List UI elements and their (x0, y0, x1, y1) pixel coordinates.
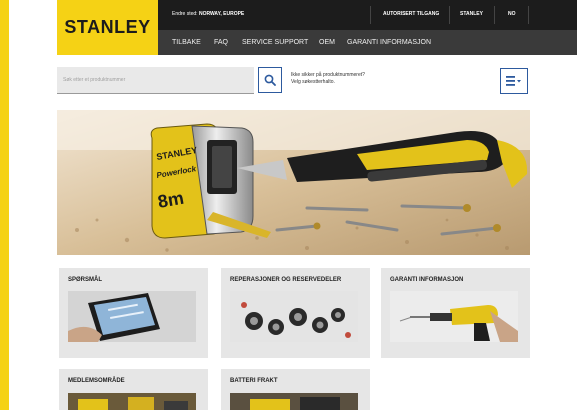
region-value: NORWAY, EUROPE (198, 11, 245, 17)
nav-item-faq[interactable]: FAQ (214, 39, 228, 46)
nav-item-back[interactable]: TILBAKE (172, 39, 201, 46)
search-input[interactable] (57, 67, 254, 94)
card-title: SPØRSMÅL (68, 277, 103, 283)
side-accent-rail (0, 0, 9, 410)
tape-measure: STANLEY Powerlock 8m (150, 123, 271, 239)
divider (370, 6, 371, 24)
hero-banner: STANLEY Powerlock 8m (57, 110, 530, 255)
region-selector[interactable]: Endre sted: NORWAY, EUROPE (172, 11, 244, 17)
search-help-link[interactable]: Velg søkestterhalto. (291, 79, 365, 86)
hamburger-icon (506, 76, 521, 86)
member-image (68, 393, 196, 410)
divider (494, 6, 495, 24)
card-warranty[interactable]: GARANTI INFORMASJON (381, 268, 530, 358)
stanley-link[interactable]: STANLEY (460, 11, 483, 17)
search-button[interactable] (258, 67, 282, 93)
logo[interactable]: STANLEY (57, 0, 158, 55)
card-member-area[interactable]: MEDLEMSOMRÅDE (59, 369, 208, 410)
menu-dropdown-button[interactable] (500, 68, 528, 94)
search-icon (264, 74, 276, 86)
nav-item-warranty[interactable]: GARANTI INFORMASJON (347, 39, 431, 46)
divider (449, 6, 450, 24)
region-prefix: Endre sted: (172, 11, 198, 17)
chevron-down-icon (517, 80, 521, 83)
card-title: GARANTI INFORMASJON (390, 277, 464, 283)
hero-image: STANLEY Powerlock 8m (57, 110, 530, 255)
battery-image (230, 393, 358, 410)
card-questions[interactable]: SPØRSMÅL (59, 268, 208, 358)
authorized-access-link[interactable]: AUTORISERT TILGANG (383, 11, 439, 17)
logo-text: STANLEY (64, 17, 151, 37)
spare-parts-image (230, 291, 358, 342)
divider (528, 6, 529, 24)
nav-item-service-support[interactable]: SERVICE SUPPORT (242, 39, 308, 46)
card-title: REPERASJONER OG RESERVEDELER (230, 277, 342, 283)
search-help-line: Ikke sikker på produktnummeret? (291, 72, 365, 78)
tablet-image (68, 291, 196, 342)
drill-image (390, 291, 518, 342)
card-repairs[interactable]: REPERASJONER OG RESERVEDELER (221, 268, 370, 358)
nav-item-oem[interactable]: OEM (319, 39, 335, 46)
card-title: MEDLEMSOMRÅDE (68, 378, 125, 384)
card-title: BATTERI FRAKT (230, 378, 278, 384)
search-help: Ikke sikker på produktnummeret? Velg søk… (291, 72, 365, 86)
language-link[interactable]: NO (508, 11, 516, 17)
card-battery-shipping[interactable]: BATTERI FRAKT (221, 369, 370, 410)
